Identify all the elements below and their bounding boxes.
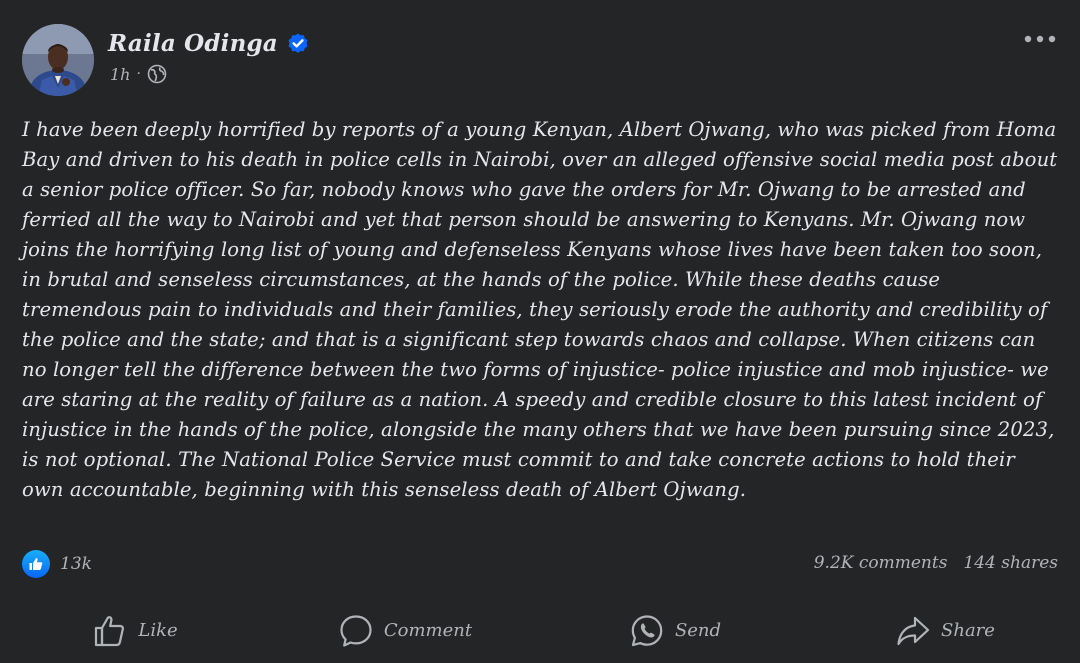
like-reaction-icon bbox=[22, 550, 50, 578]
comment-label: Comment bbox=[383, 620, 473, 641]
post-timestamp[interactable]: 1h bbox=[110, 65, 130, 84]
globe-icon[interactable] bbox=[147, 64, 167, 84]
more-options-button[interactable] bbox=[1020, 24, 1060, 54]
author-row: Raila Odinga bbox=[108, 30, 310, 57]
reaction-count: 13k bbox=[60, 554, 92, 574]
send-button[interactable]: Send bbox=[540, 613, 810, 649]
avatar-portrait-icon bbox=[22, 24, 94, 96]
send-label: Send bbox=[674, 620, 722, 641]
shares-count-link[interactable]: 144 shares bbox=[963, 553, 1058, 573]
post-meta: 1h · bbox=[110, 64, 167, 84]
more-horizontal-icon bbox=[1024, 35, 1056, 43]
whatsapp-icon bbox=[631, 614, 663, 646]
thumbs-up-icon bbox=[95, 615, 125, 646]
like-button[interactable]: Like bbox=[0, 613, 270, 649]
reactions-summary[interactable]: 13k bbox=[22, 550, 92, 578]
share-label: Share bbox=[941, 620, 995, 641]
post-action-bar: Like Comment Send Share bbox=[0, 598, 1080, 663]
author-name[interactable]: Raila Odinga bbox=[108, 30, 278, 57]
share-arrow-icon bbox=[897, 616, 930, 645]
author-avatar[interactable] bbox=[22, 24, 94, 96]
share-button[interactable]: Share bbox=[810, 613, 1080, 649]
meta-separator: · bbox=[136, 66, 141, 82]
comment-button[interactable]: Comment bbox=[270, 613, 540, 649]
like-label: Like bbox=[138, 620, 178, 641]
engagement-counts: 9.2K comments 144 shares bbox=[814, 553, 1058, 573]
facebook-post: Raila Odinga 1h · I have been deeply hor… bbox=[0, 0, 1080, 663]
post-body-text: I have been deeply horrified by reports … bbox=[22, 118, 1058, 501]
verified-badge-icon bbox=[286, 32, 310, 56]
comments-count-link[interactable]: 9.2K comments bbox=[814, 553, 948, 573]
comment-bubble-icon bbox=[340, 614, 372, 647]
